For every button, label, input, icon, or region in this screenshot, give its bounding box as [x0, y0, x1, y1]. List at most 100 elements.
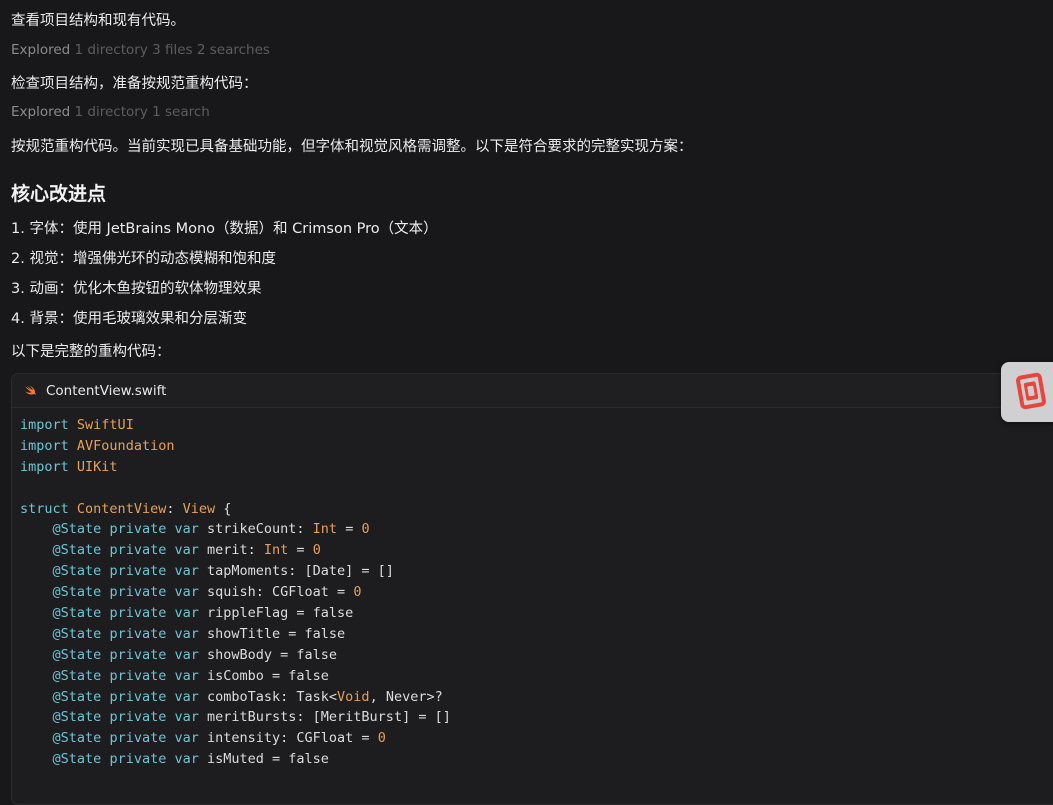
code-token: var	[174, 730, 199, 747]
code-token: showTitle = false	[198, 625, 346, 642]
code-token: private	[109, 730, 167, 747]
explored-label: Explored	[11, 104, 71, 120]
code-token: UIKit	[76, 458, 118, 475]
code-token: @State	[52, 563, 102, 580]
code-token: merit:	[198, 542, 264, 559]
explored-detail: 1 directory 1 search	[74, 104, 210, 120]
code-token: @State	[52, 521, 102, 538]
code-token: import	[20, 437, 69, 454]
code-filename: ContentView.swift	[46, 382, 167, 399]
code-token: var	[174, 709, 199, 726]
code-line: @State private var showBody = false	[20, 645, 1053, 666]
explored-label: Explored	[11, 42, 71, 58]
code-token: private	[109, 542, 167, 559]
code-token: var	[174, 605, 199, 622]
code-token: meritBursts: [MeritBurst] = []	[198, 709, 451, 726]
code-token: ContentView	[76, 500, 167, 517]
code-token: @State	[52, 542, 102, 559]
code-token: Int	[263, 542, 289, 559]
message-paragraph: 以下是完整的重构代码：	[11, 344, 171, 360]
code-token: private	[109, 605, 167, 622]
floating-app-widget[interactable]	[1001, 362, 1053, 422]
list-item: 2. 视觉：增强佛光环的动态模糊和饱和度	[11, 251, 276, 267]
code-token: isMuted = false	[198, 751, 329, 768]
code-token: struct	[20, 500, 69, 517]
code-token: private	[109, 521, 167, 538]
message-paragraph: 查看项目结构和现有代码。	[11, 13, 185, 29]
code-token: rippleFlag = false	[198, 605, 354, 622]
code-token: 0	[361, 521, 370, 538]
code-token: var	[174, 646, 199, 663]
code-line: import SwiftUI	[20, 415, 1053, 436]
message-paragraph: 检查项目结构，准备按规范重构代码：	[11, 76, 258, 92]
code-token: View	[182, 500, 216, 517]
code-content: import SwiftUI import AVFoundation import …	[12, 408, 1053, 770]
code-token: var	[174, 521, 199, 538]
code-token: 0	[353, 584, 362, 601]
code-token: var	[174, 688, 199, 705]
app-logo-icon	[1016, 372, 1046, 410]
code-line: import UIKit	[20, 457, 1053, 478]
code-token: squish: CGFloat =	[198, 584, 354, 601]
list-item: 4. 背景：使用毛玻璃效果和分层渐变	[11, 311, 247, 327]
code-token: 0	[312, 542, 321, 559]
code-token: var	[174, 751, 199, 768]
code-token: @State	[52, 625, 102, 642]
code-token: private	[109, 709, 167, 726]
improvement-list: 1. 字体：使用 JetBrains Mono（数据）和 Crimson Pro…	[11, 218, 438, 338]
code-line: @State private var showTitle = false	[20, 624, 1053, 645]
code-token: var	[174, 542, 199, 559]
code-line: @State private var strikeCount: Int = 0	[20, 519, 1053, 540]
code-token: private	[109, 751, 167, 768]
list-item: 3. 动画：优化木鱼按钮的软体物理效果	[11, 281, 262, 297]
code-token: comboTask: Task<	[198, 688, 338, 705]
code-token: import	[20, 458, 69, 475]
code-token: strikeCount:	[198, 521, 313, 538]
code-token: isCombo = false	[198, 667, 329, 684]
code-line: @State private var squish: CGFloat = 0	[20, 582, 1053, 603]
code-token: import	[20, 417, 69, 433]
code-line: @State private var intensity: CGFloat = …	[20, 728, 1053, 749]
explored-detail: 1 directory 3 files 2 searches	[74, 42, 270, 58]
code-token: @State	[52, 688, 102, 705]
code-token: private	[109, 625, 167, 642]
explored-summary[interactable]: Explored 1 directory 1 search	[11, 104, 210, 120]
code-line: @State private var tapMoments: [Date] = …	[20, 561, 1053, 582]
code-block-header: ContentView.swift	[12, 374, 1053, 408]
code-token: 0	[377, 730, 386, 747]
code-token: @State	[52, 709, 102, 726]
code-token: @State	[52, 584, 102, 601]
code-token: {	[215, 500, 232, 517]
code-line: @State private var meritBursts: [MeritBu…	[20, 707, 1053, 728]
code-line: @State private var merit: Int = 0	[20, 540, 1053, 561]
code-token: var	[174, 584, 199, 601]
code-token: @State	[52, 646, 102, 663]
message-paragraph: 按规范重构代码。当前实现已具备基础功能，但字体和视觉风格需调整。以下是符合要求的…	[11, 139, 693, 155]
code-token: private	[109, 584, 167, 601]
code-line: struct ContentView: View {	[20, 499, 1053, 520]
code-line: @State private var isMuted = false	[20, 749, 1053, 770]
code-token: var	[174, 625, 199, 642]
code-line: @State private var rippleFlag = false	[20, 603, 1053, 624]
code-token: private	[109, 688, 167, 705]
code-token: AVFoundation	[76, 437, 175, 454]
section-heading: 核心改进点	[11, 183, 107, 205]
code-token: @State	[52, 667, 102, 684]
explored-summary[interactable]: Explored 1 directory 3 files 2 searches	[11, 42, 270, 58]
list-item: 1. 字体：使用 JetBrains Mono（数据）和 Crimson Pro…	[11, 221, 438, 237]
code-token: intensity: CGFloat =	[198, 730, 378, 747]
